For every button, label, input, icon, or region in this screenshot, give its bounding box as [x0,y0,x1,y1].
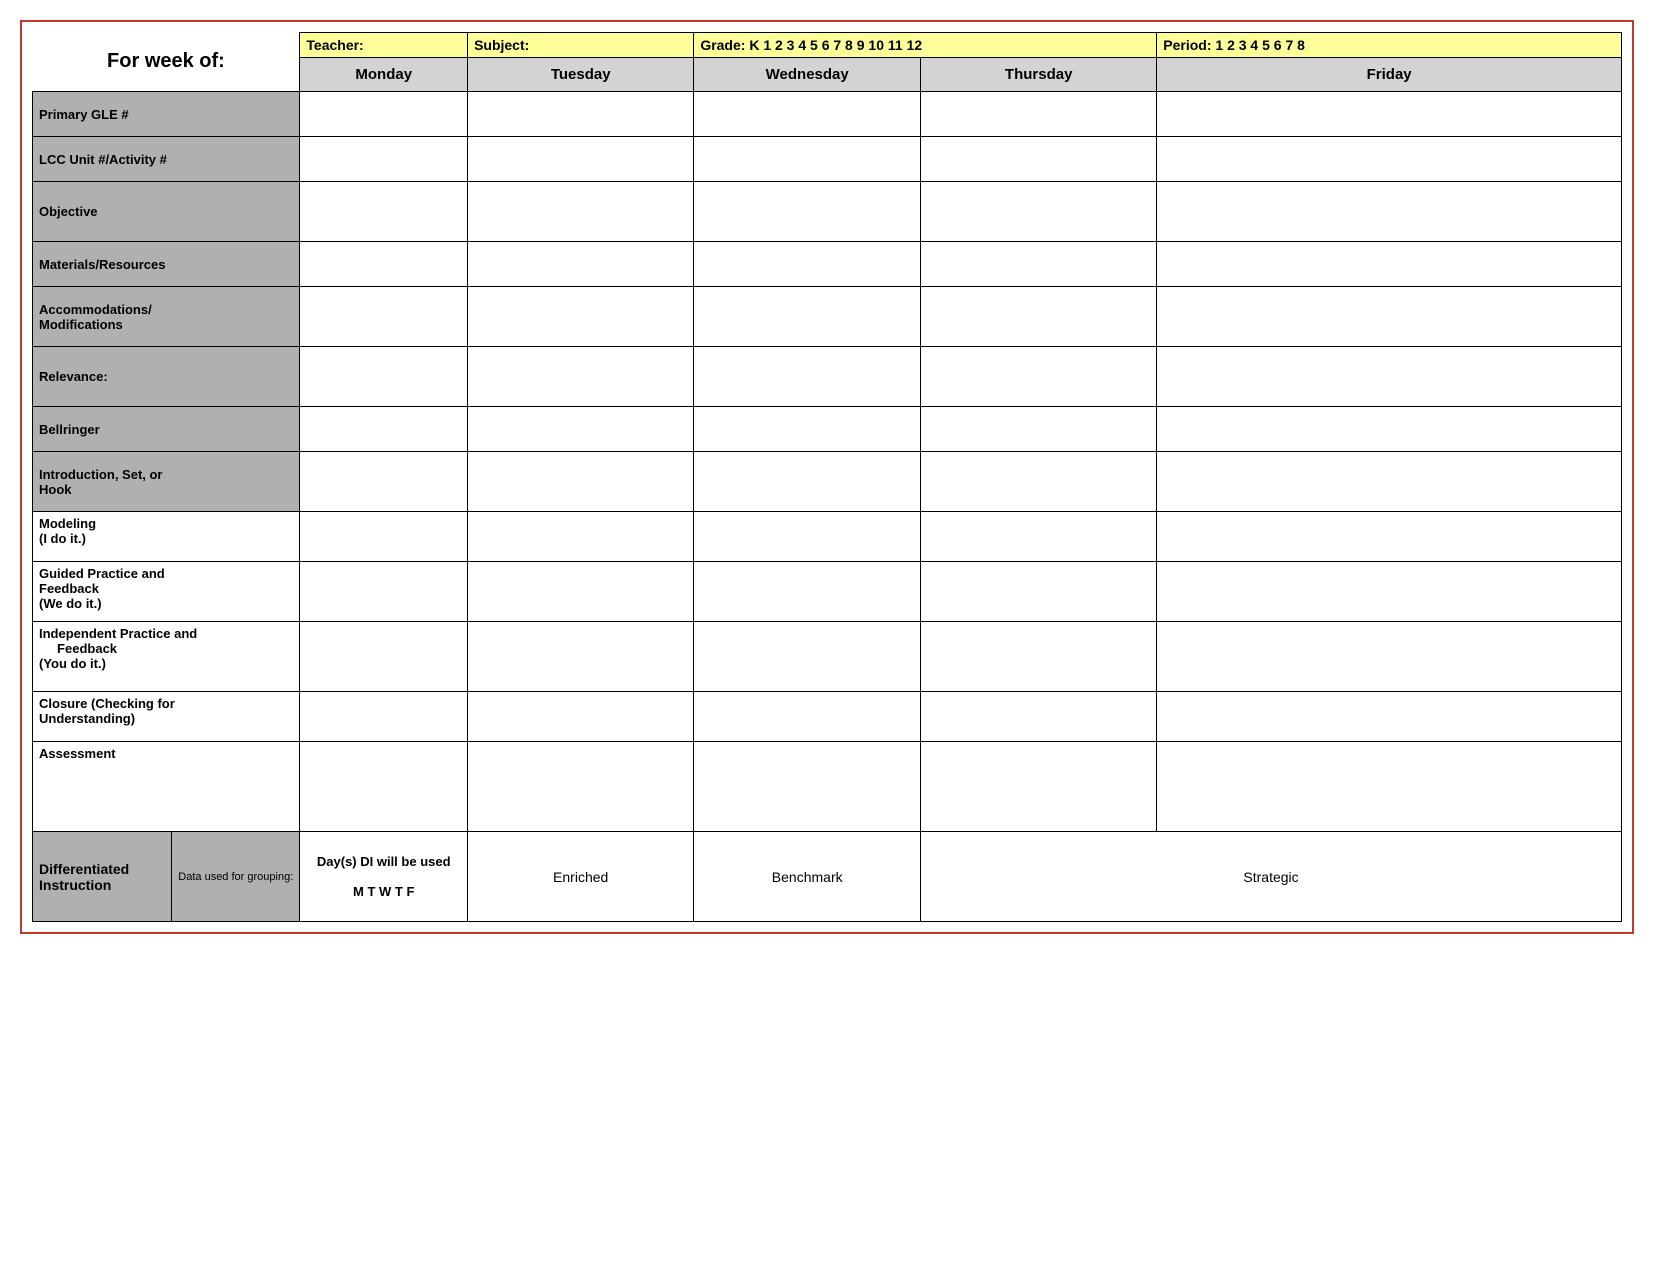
row-label-materials: Materials/Resources [33,242,300,287]
row-label-objective: Objective [33,182,300,242]
row-label-accommodations: Accommodations/Modifications [33,287,300,347]
tuesday-header: Tuesday [468,58,694,92]
table-row: LCC Unit #/Activity # [33,137,1622,182]
period-label: Period: 1 2 3 4 5 6 7 8 [1157,33,1622,58]
page-container: For week of: Teacher: Subject: Grade: K … [20,20,1634,934]
table-row: Guided Practice andFeedback(We do it.) [33,562,1622,622]
thursday-header: Thursday [921,58,1157,92]
grade-label: Grade: K 1 2 3 4 5 6 7 8 9 10 11 12 [694,33,1157,58]
friday-header: Friday [1157,58,1622,92]
differentiated-instruction-row: DifferentiatedInstruction Data used for … [33,832,1622,922]
row-label-relevance: Relevance: [33,347,300,407]
di-days-cell: Day(s) DI will be used M T W T F [300,832,468,922]
table-row: Assessment [33,742,1622,832]
table-row: Primary GLE # [33,92,1622,137]
table-row: Closure (Checking forUnderstanding) [33,692,1622,742]
data-grouping-label: Data used for grouping: [172,832,300,922]
table-row: Bellringer [33,407,1622,452]
row-label-independent-practice: Independent Practice and Feedback(You do… [33,622,300,692]
di-strategic-cell: Strategic [921,832,1622,922]
table-row: Objective [33,182,1622,242]
monday-header: Monday [300,58,468,92]
table-row: Independent Practice and Feedback(You do… [33,622,1622,692]
table-row: Accommodations/Modifications [33,287,1622,347]
teacher-label: Teacher: [300,33,468,58]
row-label-primary-gle: Primary GLE # [33,92,300,137]
row-label-assessment: Assessment [33,742,300,832]
row-label-bellringer: Bellringer [33,407,300,452]
row-label-guided-practice: Guided Practice andFeedback(We do it.) [33,562,300,622]
row-label-introduction: Introduction, Set, orHook [33,452,300,512]
subject-label: Subject: [468,33,694,58]
di-enriched-cell: Enriched [468,832,694,922]
table-row: Relevance: [33,347,1622,407]
row-label-closure: Closure (Checking forUnderstanding) [33,692,300,742]
di-label: DifferentiatedInstruction [33,832,172,922]
table-row: Introduction, Set, orHook [33,452,1622,512]
di-benchmark-cell: Benchmark [694,832,921,922]
wednesday-header: Wednesday [694,58,921,92]
row-label-lcc: LCC Unit #/Activity # [33,137,300,182]
for-week-label: For week of: [33,33,300,92]
table-row: Modeling(I do it.) [33,512,1622,562]
row-label-modeling: Modeling(I do it.) [33,512,300,562]
table-row: Materials/Resources [33,242,1622,287]
